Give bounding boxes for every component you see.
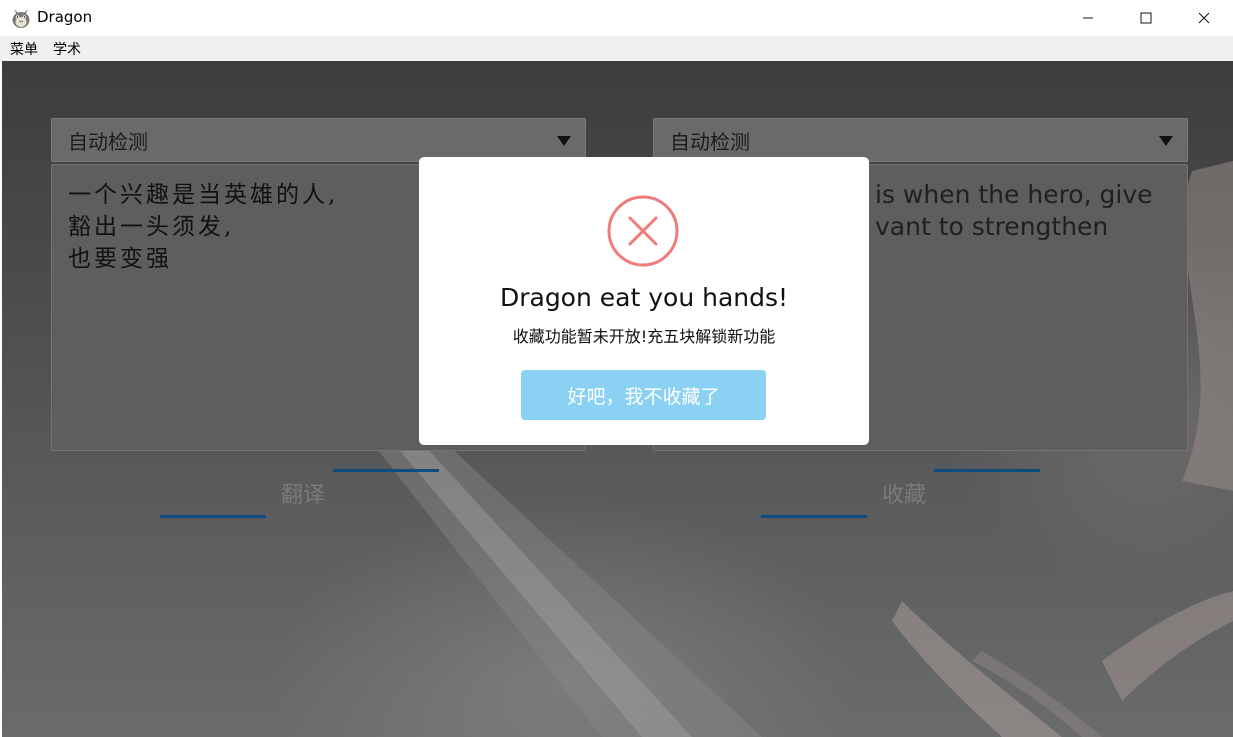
error-dialog: Dragon eat you hands! 收藏功能暂未开放!充五块解锁新功能 … — [419, 157, 869, 445]
target-language-label: 自动检测 — [670, 129, 750, 154]
favorite-button[interactable]: 收藏 — [849, 478, 959, 508]
close-icon — [1198, 9, 1210, 28]
target-language-select[interactable]: 自动检测 — [653, 118, 1188, 162]
dialog-title: Dragon eat you hands! — [499, 283, 789, 312]
maximize-icon — [1140, 9, 1152, 28]
translation-text-line: vant to strengthen — [875, 212, 1109, 241]
app-window: Dragon 菜单 学术 自动检测 一个兴趣是当英雄的人, 豁出一头须发, 也要… — [0, 0, 1233, 737]
chevron-down-icon — [557, 136, 571, 146]
accent-underline — [934, 469, 1040, 472]
totoro-app-icon — [10, 7, 32, 29]
source-language-select[interactable]: 自动检测 — [51, 118, 586, 162]
menu-item-academic[interactable]: 学术 — [49, 39, 85, 59]
dialog-message: 收藏功能暂未开放!充五块解锁新功能 — [512, 327, 776, 346]
accent-underline — [333, 469, 439, 472]
source-language-label: 自动检测 — [68, 129, 148, 154]
chevron-down-icon — [1159, 136, 1173, 146]
accent-underline — [761, 515, 867, 518]
window-title: Dragon — [37, 8, 93, 26]
title-bar[interactable]: Dragon — [0, 0, 1233, 36]
error-x-icon — [607, 195, 679, 267]
translation-text-line: is when the hero, give — [875, 180, 1153, 209]
minimize-button[interactable] — [1059, 0, 1117, 36]
minimize-icon — [1082, 9, 1094, 28]
maximize-button[interactable] — [1117, 0, 1175, 36]
menu-item-menu[interactable]: 菜单 — [6, 39, 42, 59]
close-button[interactable] — [1175, 0, 1233, 36]
dialog-confirm-button[interactable]: 好吧，我不收藏了 — [521, 370, 766, 420]
menu-bar: 菜单 学术 — [0, 36, 1233, 61]
accent-underline — [160, 515, 266, 518]
translate-button[interactable]: 翻译 — [248, 478, 358, 508]
